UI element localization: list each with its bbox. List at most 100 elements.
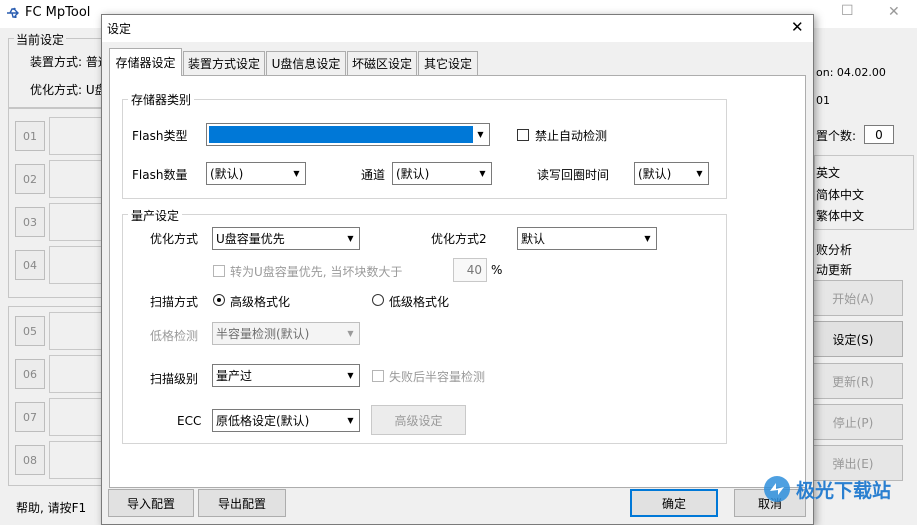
opt-mode2-label: 优化方式2 xyxy=(431,232,487,246)
slot-02[interactable]: 02 xyxy=(15,164,45,194)
main-title: FC MpTool xyxy=(25,5,91,20)
tab-panel: 存储器类别 Flash类型 ▼ 禁止自动检测 Flash数量 (默认) ▼ 通道… xyxy=(109,75,806,488)
slot-07-panel xyxy=(49,398,103,436)
count-label: 置个数: xyxy=(816,129,857,143)
version-sub-text: 01 xyxy=(816,94,830,107)
current-settings-legend: 当前设定 xyxy=(14,31,67,48)
slot-06[interactable]: 06 xyxy=(15,359,45,389)
opt-mode2-value: 默认 xyxy=(521,232,546,246)
storage-legend: 存储器类别 xyxy=(128,91,195,108)
close-icon[interactable]: ✕ xyxy=(888,4,900,20)
slot-03[interactable]: 03 xyxy=(15,207,45,237)
start-button[interactable]: 开始(A) xyxy=(803,280,903,316)
low-check-label: 低格检测 xyxy=(150,329,199,343)
scan-high-label: 高级格式化 xyxy=(230,295,291,309)
flash-count-value: (默认) xyxy=(210,167,244,181)
update-button[interactable]: 更新(R) xyxy=(803,363,903,399)
convert-unit: % xyxy=(491,263,503,277)
rw-timing-label: 读写回圈时间 xyxy=(537,168,610,182)
export-config-button[interactable]: 导出配置 xyxy=(198,489,286,517)
slot-02-panel xyxy=(49,160,103,198)
tab-device-mode[interactable]: 装置方式设定 xyxy=(183,51,265,75)
chevron-down-icon: ▼ xyxy=(347,416,354,425)
settings-button[interactable]: 设定(S) xyxy=(803,321,903,357)
opt-mode-label: 优化方式 xyxy=(150,232,199,246)
slot-06-panel xyxy=(49,355,103,393)
scan-low-radio[interactable] xyxy=(372,294,384,306)
scan-high-radio[interactable] xyxy=(213,294,225,306)
import-config-button[interactable]: 导入配置 xyxy=(108,489,194,517)
flash-type-selection xyxy=(209,126,473,143)
convert-checkbox[interactable] xyxy=(213,265,225,277)
disable-autodetect-label: 禁止自动检测 xyxy=(535,129,608,143)
opt-mode-select[interactable]: U盘容量优先 ▼ xyxy=(212,227,360,250)
chevron-down-icon: ▼ xyxy=(477,130,484,139)
flash-count-select[interactable]: (默认) ▼ xyxy=(206,162,306,185)
half-cap-checkbox[interactable] xyxy=(372,370,384,382)
scan-level-label: 扫描级别 xyxy=(150,372,199,386)
chevron-down-icon: ▼ xyxy=(347,329,354,338)
flash-type-label: Flash类型 xyxy=(132,129,188,143)
scan-level-value: 量产过 xyxy=(216,369,253,383)
tab-storage[interactable]: 存储器设定 xyxy=(109,48,182,76)
low-check-select[interactable]: 半容量检测(默认) ▼ xyxy=(212,322,360,345)
opt-mode2-select[interactable]: 默认 ▼ xyxy=(517,227,657,250)
slot-04[interactable]: 04 xyxy=(15,250,45,280)
ecc-value: 原低格设定(默认) xyxy=(216,414,310,428)
channel-value: (默认) xyxy=(396,167,430,181)
language-simplified[interactable]: 简体中文 xyxy=(816,186,864,203)
low-check-value: 半容量检测(默认) xyxy=(216,327,310,341)
ecc-label: ECC xyxy=(177,414,202,428)
chevron-down-icon: ▼ xyxy=(293,169,300,178)
settings-dialog: 设定 ✕ 存储器设定 装置方式设定 U盘信息设定 坏磁区设定 其它设定 存储器类… xyxy=(101,14,814,525)
dialog-close-icon[interactable]: ✕ xyxy=(791,18,804,36)
opt-mode-value: U盘容量优先 xyxy=(216,232,285,246)
rw-timing-select[interactable]: (默认) ▼ xyxy=(634,162,709,185)
convert-threshold-field[interactable]: 40 xyxy=(453,258,487,282)
slot-05[interactable]: 05 xyxy=(15,316,45,346)
watermark-text: 极光下载站 xyxy=(796,479,892,502)
convert-label: 转为U盘容量优先, 当坏块数大于 xyxy=(230,265,403,279)
maximize-icon[interactable]: ☐ xyxy=(841,3,854,19)
chevron-down-icon: ▼ xyxy=(479,169,486,178)
flash-type-select[interactable]: ▼ xyxy=(206,123,490,146)
slot-08[interactable]: 08 xyxy=(15,445,45,475)
watermark-icon xyxy=(764,476,790,502)
watermark-logo: 极光下载站 xyxy=(762,472,912,506)
scan-level-select[interactable]: 量产过 ▼ xyxy=(212,364,360,387)
dialog-title: 设定 xyxy=(107,22,132,36)
channel-select[interactable]: (默认) ▼ xyxy=(392,162,492,185)
version-text: on: 04.02.00 xyxy=(816,66,886,79)
half-cap-label: 失败后半容量检测 xyxy=(389,370,486,384)
slot-05-panel xyxy=(49,312,103,350)
tab-bad-sector[interactable]: 坏磁区设定 xyxy=(347,51,417,75)
chevron-down-icon: ▼ xyxy=(696,169,703,178)
slot-01[interactable]: 01 xyxy=(15,121,45,151)
slot-08-panel xyxy=(49,441,103,479)
chevron-down-icon: ▼ xyxy=(347,234,354,243)
dialog-titlebar: 设定 ✕ xyxy=(102,15,813,42)
tab-udisk-info[interactable]: U盘信息设定 xyxy=(266,51,346,75)
slot-07[interactable]: 07 xyxy=(15,402,45,432)
stop-button[interactable]: 停止(P) xyxy=(803,404,903,440)
channel-label: 通道 xyxy=(361,168,386,182)
status-help-text: 帮助, 请按F1 xyxy=(16,501,87,515)
advanced-settings-button[interactable]: 高级设定 xyxy=(371,405,466,435)
production-legend: 量产设定 xyxy=(128,207,183,224)
slot-01-panel xyxy=(49,117,103,155)
chevron-down-icon: ▼ xyxy=(644,234,651,243)
ok-button[interactable]: 确定 xyxy=(630,489,718,517)
count-field[interactable]: 0 xyxy=(864,125,894,144)
scan-low-label: 低级格式化 xyxy=(389,295,450,309)
ecc-select[interactable]: 原低格设定(默认) ▼ xyxy=(212,409,360,432)
flash-count-label: Flash数量 xyxy=(132,168,188,182)
auto-update-option[interactable]: 动更新 xyxy=(816,261,852,278)
slot-03-panel xyxy=(49,203,103,241)
tab-other[interactable]: 其它设定 xyxy=(418,51,478,75)
fail-analysis-option[interactable]: 败分析 xyxy=(816,241,852,258)
rw-timing-value: (默认) xyxy=(638,167,672,181)
language-english[interactable]: 英文 xyxy=(816,164,840,181)
disable-autodetect-checkbox[interactable] xyxy=(517,129,529,141)
chevron-down-icon: ▼ xyxy=(347,371,354,380)
language-traditional[interactable]: 繁体中文 xyxy=(816,207,864,224)
